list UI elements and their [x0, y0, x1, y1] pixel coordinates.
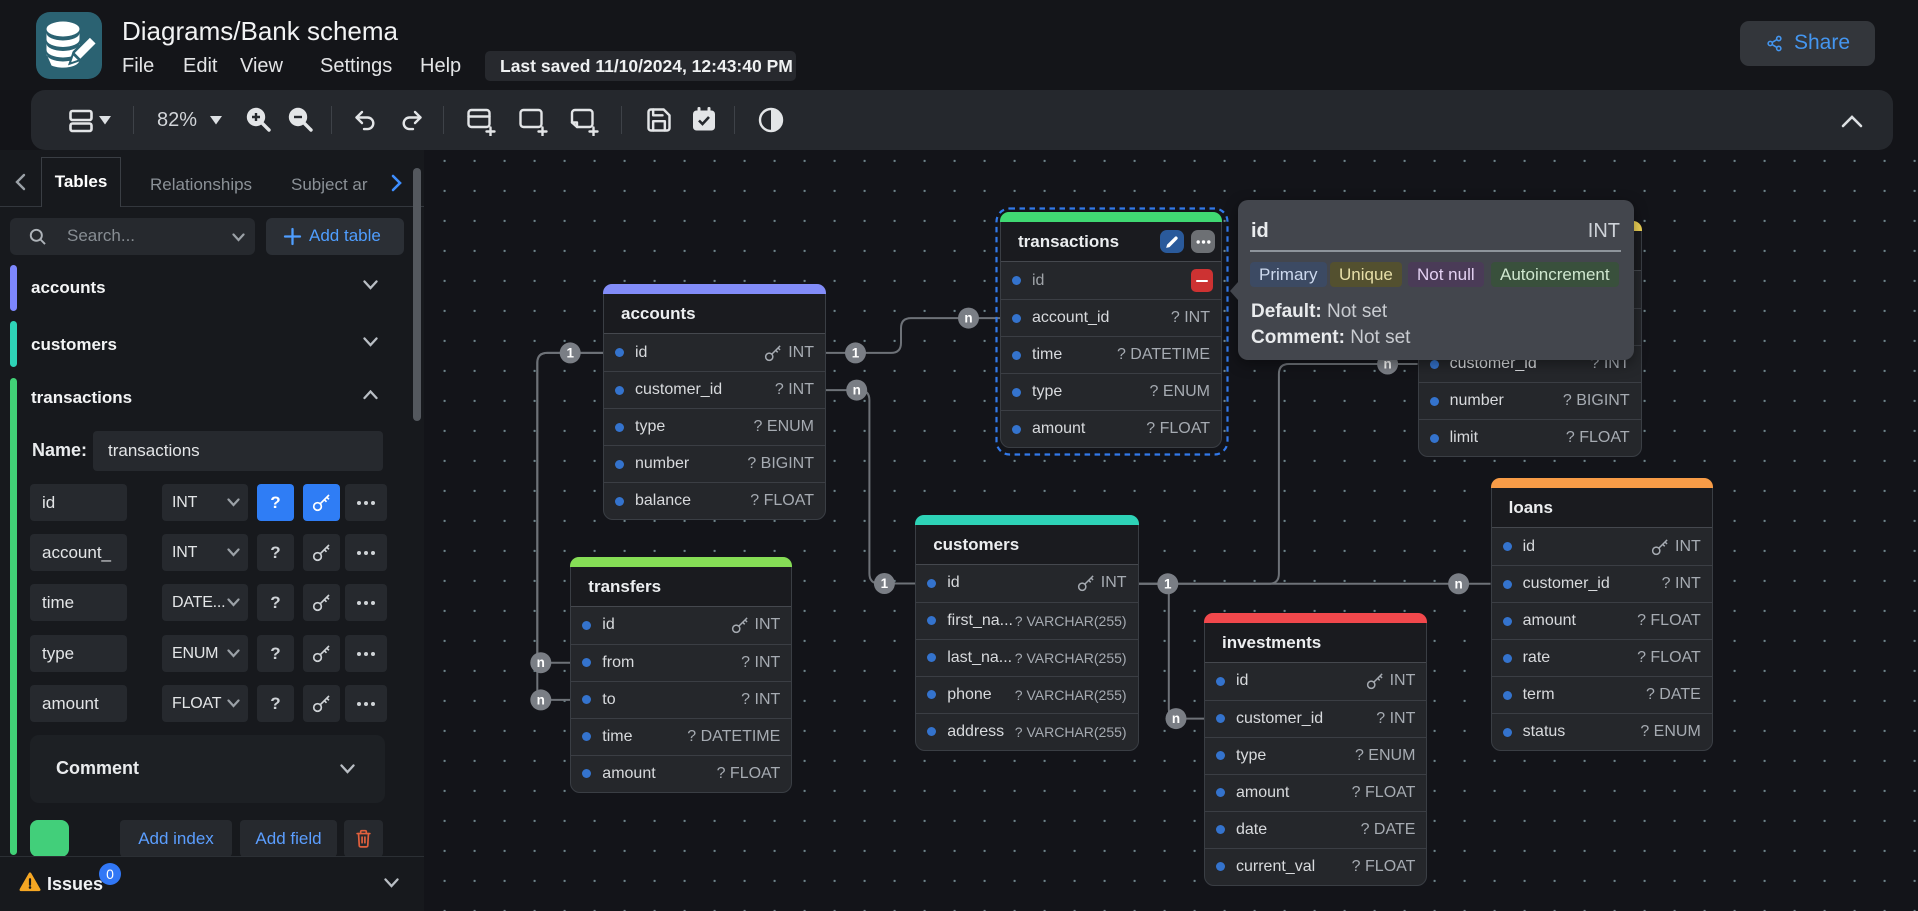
svg-text:n: n	[537, 655, 545, 670]
svg-text:1: 1	[881, 576, 889, 591]
svg-text:n: n	[1454, 576, 1462, 591]
svg-text:n: n	[1172, 711, 1180, 726]
svg-text:1: 1	[1164, 576, 1172, 591]
svg-text:n: n	[964, 311, 972, 326]
svg-text:n: n	[853, 383, 861, 398]
svg-text:n: n	[537, 692, 545, 707]
svg-text:1: 1	[566, 345, 574, 360]
svg-text:1: 1	[852, 345, 860, 360]
